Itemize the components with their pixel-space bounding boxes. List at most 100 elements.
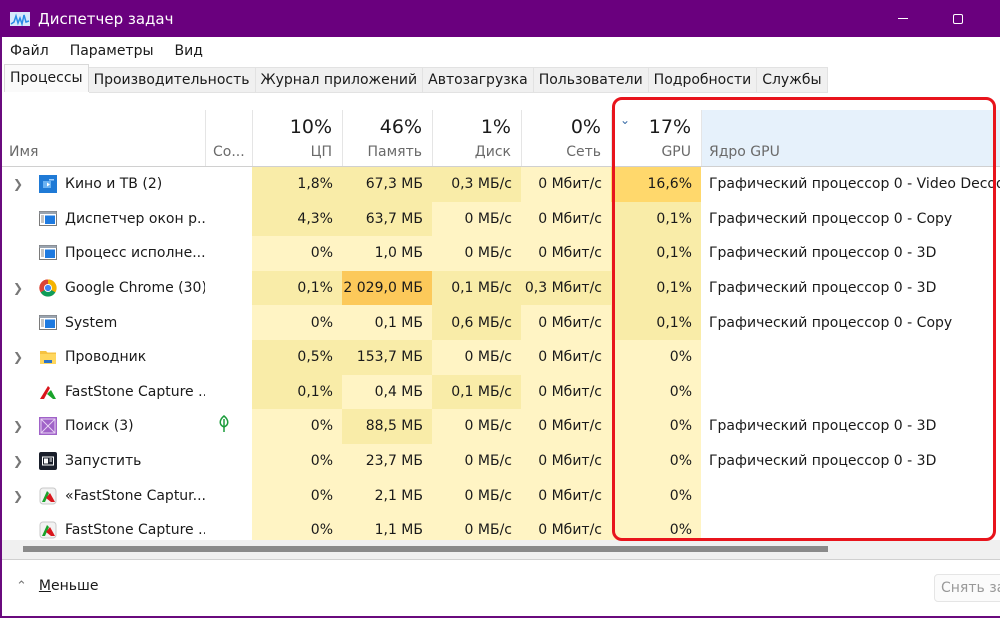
- status-cell: [205, 340, 252, 375]
- table-header: Имя Со... 10% ЦП 46% Память 1% Диск 0% С…: [2, 110, 1000, 167]
- column-label-gpu-engine: Ядро GPU: [709, 144, 780, 160]
- process-name-cell: ❯ Google Chrome (30): [2, 270, 205, 306]
- cpu-cell: 0,1%: [252, 270, 342, 306]
- gpu-engine-cell: [701, 374, 1000, 410]
- gpu-engine-cell: Графический процессор 0 - Video Decode: [701, 167, 1000, 202]
- process-name-cell: ❯ Поиск (3): [2, 409, 205, 444]
- status-cell: [205, 305, 252, 340]
- disk-cell: 0,6 МБ/с: [432, 305, 521, 340]
- gpu-engine-cell: Графический процессор 0 - 3D: [701, 443, 1000, 479]
- network-cell: 0 Мбит/с: [521, 443, 611, 479]
- column-header-memory[interactable]: 46% Память: [342, 110, 432, 166]
- network-cell: 0 Мбит/с: [521, 340, 611, 375]
- chevron-right-icon[interactable]: ❯: [13, 489, 23, 503]
- memory-cell: 1,1 МБ: [342, 513, 432, 540]
- tab-startup[interactable]: Автозагрузка: [423, 67, 534, 93]
- tab-processes[interactable]: Процессы: [4, 64, 89, 92]
- chevron-right-icon[interactable]: ❯: [13, 350, 23, 364]
- network-cell: 0 Мбит/с: [521, 513, 611, 540]
- end-task-button[interactable]: Снять задачу: [934, 574, 1000, 602]
- status-cell: [205, 513, 252, 540]
- cpu-cell: 4,3%: [252, 201, 342, 237]
- process-name: Запустить: [65, 453, 142, 470]
- column-header-network[interactable]: 0% Сеть: [521, 110, 611, 166]
- eco-leaf-icon: [218, 415, 230, 437]
- explorer-folder-icon: [39, 348, 57, 366]
- table-row[interactable]: FastStone Capture ... 0,1% 0,4 МБ 0,1 МБ…: [2, 374, 1000, 410]
- gpu-engine-cell: Графический процессор 0 - 3D: [701, 409, 1000, 444]
- column-header-name[interactable]: Имя: [2, 110, 205, 166]
- menu-options[interactable]: Параметры: [70, 43, 154, 59]
- table-row[interactable]: Процесс исполне... 0% 1,0 МБ 0 МБ/с 0 Мб…: [2, 236, 1000, 271]
- tab-performance[interactable]: Производительность: [88, 67, 256, 93]
- disk-cell: 0 МБ/с: [432, 409, 521, 444]
- fewer-details-button[interactable]: ⌃ Меньше: [16, 578, 98, 594]
- column-header-cpu[interactable]: 10% ЦП: [252, 110, 342, 166]
- table-row[interactable]: ❯ «FastStone Captur... 0% 2,1 МБ 0 МБ/с …: [2, 478, 1000, 513]
- table-row[interactable]: ❯ Проводник 0,5% 153,7 МБ 0 МБ/с 0 Мбит/…: [2, 340, 1000, 375]
- window-title: Диспетчер задач: [38, 9, 174, 28]
- gpu-cell: 0,1%: [611, 236, 701, 271]
- cpu-cell: 0%: [252, 478, 342, 513]
- status-cell: [205, 409, 252, 444]
- menu-view[interactable]: Вид: [175, 43, 203, 59]
- table-row[interactable]: ❯ Кино и ТВ (2) 1,8% 67,3 МБ 0,3 МБ/с 0 …: [2, 167, 1000, 202]
- process-name: FastStone Capture ...: [65, 522, 205, 539]
- gpu-engine-cell: Графический процессор 0 - Copy: [701, 201, 1000, 237]
- gpu-cell: 0%: [611, 340, 701, 375]
- fewer-details-label: Меньше: [38, 578, 99, 594]
- column-header-gpu[interactable]: ⌄ 17% GPU: [611, 110, 701, 166]
- disk-total: 1%: [480, 116, 511, 138]
- gpu-cell: 0%: [611, 478, 701, 513]
- network-cell: 0 Мбит/с: [521, 374, 611, 410]
- table-row[interactable]: FastStone Capture ... 0% 1,1 МБ 0 МБ/с 0…: [2, 513, 1000, 540]
- process-name: Проводник: [65, 349, 147, 366]
- horizontal-scrollbar[interactable]: [2, 540, 1000, 560]
- column-label-gpu: GPU: [661, 144, 691, 160]
- chevron-right-icon[interactable]: ❯: [13, 281, 23, 295]
- tab-details[interactable]: Подробности: [648, 67, 758, 93]
- chevron-right-icon[interactable]: ❯: [13, 454, 23, 468]
- status-cell: [205, 374, 252, 410]
- memory-cell: 0,1 МБ: [342, 305, 432, 340]
- disk-cell: 0 МБ/с: [432, 443, 521, 479]
- network-cell: 0 Мбит/с: [521, 409, 611, 444]
- cpu-cell: 0,5%: [252, 340, 342, 375]
- column-header-status[interactable]: Со...: [205, 110, 252, 166]
- column-label-status: Со...: [213, 144, 245, 160]
- network-cell: 0 Мбит/с: [521, 201, 611, 237]
- chevron-up-icon: ⌃: [16, 578, 27, 594]
- chevron-right-icon[interactable]: ❯: [13, 419, 23, 433]
- system-window-icon: [39, 210, 57, 228]
- gpu-cell: 0%: [611, 374, 701, 410]
- table-row[interactable]: Диспетчер окон р... 4,3% 63,7 МБ 0 МБ/с …: [2, 201, 1000, 237]
- process-name: Поиск (3): [65, 418, 134, 435]
- menu-file[interactable]: Файл: [10, 43, 49, 59]
- table-row[interactable]: ❯ Поиск (3) 0% 88,5 МБ 0 МБ/с 0 Мбит/с 0…: [2, 409, 1000, 444]
- column-header-disk[interactable]: 1% Диск: [432, 110, 521, 166]
- process-name: Google Chrome (30): [65, 280, 205, 297]
- faststone-app-icon: [39, 521, 57, 539]
- task-manager-window: Файл Параметры Вид Процессы Производител…: [2, 37, 1000, 616]
- menu-bar: Файл Параметры Вид: [2, 37, 1000, 64]
- faststone-app-icon: [39, 487, 57, 505]
- scrollbar-thumb[interactable]: [23, 546, 828, 552]
- gpu-engine-cell: Графический процессор 0 - Copy: [701, 305, 1000, 340]
- title-bar: Диспетчер задач: [0, 0, 1000, 37]
- process-name: Диспетчер окон р...: [65, 210, 205, 227]
- table-row[interactable]: ❯ Запустить 0% 23,7 МБ 0 МБ/с 0 Мбит/с 0…: [2, 443, 1000, 479]
- column-header-gpu-engine[interactable]: Ядро GPU: [701, 110, 1000, 166]
- column-label-cpu: ЦП: [310, 144, 332, 160]
- tab-services[interactable]: Службы: [757, 67, 828, 93]
- tab-app-history[interactable]: Журнал приложений: [255, 67, 424, 93]
- table-row[interactable]: ❯ Google Chrome (30) 0,1% 2 029,0 МБ 0,1…: [2, 270, 1000, 306]
- table-row[interactable]: System 0% 0,1 МБ 0,6 МБ/с 0 Мбит/с 0,1% …: [2, 305, 1000, 340]
- cpu-total: 10%: [289, 116, 332, 138]
- chevron-right-icon[interactable]: ❯: [13, 177, 23, 191]
- tab-users[interactable]: Пользователи: [533, 67, 649, 93]
- cpu-cell: 0,1%: [252, 374, 342, 410]
- faststone-icon: [39, 383, 57, 401]
- maximize-button[interactable]: [935, 0, 981, 37]
- network-cell: 0 Мбит/с: [521, 236, 611, 271]
- minimize-button[interactable]: [880, 0, 926, 37]
